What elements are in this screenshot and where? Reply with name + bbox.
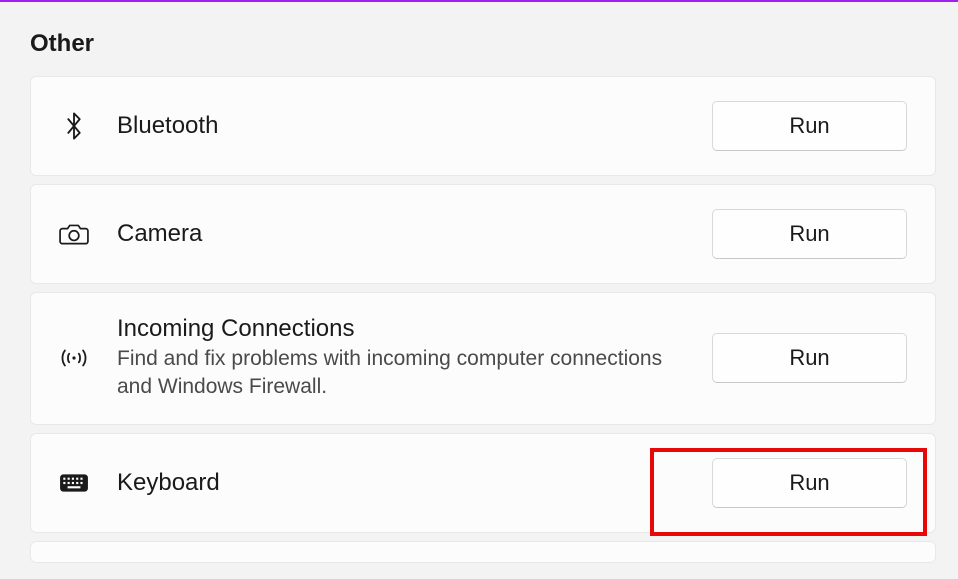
item-title: Incoming Connections	[117, 315, 684, 343]
item-text: Keyboard	[117, 469, 684, 497]
troubleshoot-other-section: Other Bluetooth Run Camera	[0, 2, 958, 563]
run-button-incoming-connections[interactable]: Run	[712, 333, 907, 383]
item-title: Keyboard	[117, 469, 684, 497]
camera-icon	[59, 219, 89, 249]
troubleshooter-item-incoming-connections: Incoming Connections Find and fix proble…	[30, 292, 936, 425]
keyboard-icon	[59, 468, 89, 498]
run-button-camera[interactable]: Run	[712, 209, 907, 259]
troubleshooter-item-keyboard: Keyboard Run	[30, 433, 936, 533]
item-description: Find and fix problems with incoming comp…	[117, 345, 684, 402]
item-title: Bluetooth	[117, 112, 684, 140]
bluetooth-icon	[59, 111, 89, 141]
troubleshooter-item-camera: Camera Run	[30, 184, 936, 284]
item-text: Incoming Connections Find and fix proble…	[117, 315, 684, 402]
troubleshooter-item-bluetooth: Bluetooth Run	[30, 76, 936, 176]
troubleshooter-item-next	[30, 541, 936, 563]
item-text: Bluetooth	[117, 112, 684, 140]
antenna-icon	[59, 343, 89, 373]
section-header-other: Other	[30, 30, 936, 58]
run-button-keyboard[interactable]: Run	[712, 458, 907, 508]
item-text: Camera	[117, 220, 684, 248]
run-button-bluetooth[interactable]: Run	[712, 101, 907, 151]
item-title: Camera	[117, 220, 684, 248]
troubleshooter-list: Bluetooth Run Camera Run	[30, 76, 936, 563]
